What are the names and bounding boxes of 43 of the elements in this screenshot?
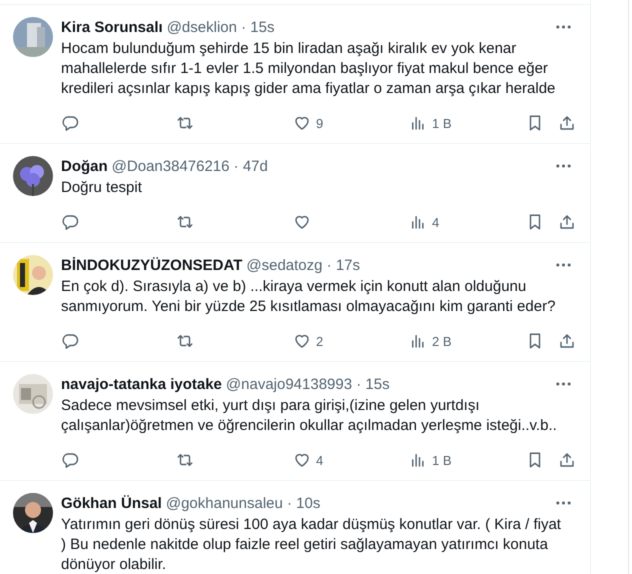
- author-handle[interactable]: @Doan38476216 · 47d: [112, 158, 268, 174]
- view-count: 1 B: [432, 116, 452, 130]
- share-icon[interactable]: [558, 451, 576, 469]
- author-name[interactable]: Doğan: [61, 158, 108, 174]
- tweet-text: Doğru tespit: [61, 178, 143, 198]
- more-icon[interactable]: [555, 501, 572, 505]
- reply-icon[interactable]: [61, 332, 79, 350]
- author-name[interactable]: navajo-tatanka iyotake: [61, 376, 222, 392]
- author-handle[interactable]: @gokhanunsaleu · 10s: [166, 494, 320, 512]
- repost-icon[interactable]: [176, 114, 194, 132]
- share-icon[interactable]: [558, 332, 576, 350]
- like-count: 4: [316, 452, 324, 468]
- tweet-text: En çok d). Sırasıyla a) ve b) ...kiraya vermek için konutt alan olduğunu sanmıyorum. Yeni bir yüzde 25 kısıtlaması olmayacağını kim garanti eder?: [61, 277, 556, 317]
- repost-icon[interactable]: [176, 332, 194, 350]
- more-icon[interactable]: [555, 25, 572, 29]
- tweet-text: Sadece mevsimsel etki, yurt dışı para girişi,(izine gelen yurtdışı çalışanlar)öğretmen ve öğrencilerin okullar açılmadan yerleşme isteği..v.b..: [61, 396, 558, 436]
- view-count: 1 B: [432, 452, 452, 468]
- reply-icon[interactable]: [61, 451, 79, 469]
- more-icon[interactable]: [555, 263, 572, 267]
- author-handle[interactable]: @sedatozg · 17s: [246, 256, 360, 274]
- author-handle[interactable]: @navajo94138993 · 15s: [226, 376, 390, 392]
- view-count: 4: [432, 214, 440, 230]
- more-icon[interactable]: [555, 382, 572, 386]
- heart-icon[interactable]: [293, 213, 311, 231]
- author-name[interactable]: BİNDOKUZYÜZONSEDAT: [61, 256, 242, 274]
- author-handle[interactable]: @dseklion · 15s: [166, 18, 274, 36]
- tweet-text: Yatırımın geri dönüş süresi 100 aya kadar düşmüş konutlar var. ( Kira / fiyat ) Bu nedenle nakitde olup faizle reel getiri sağlayamayan yatırımcı konuta dönüyor olabilir.: [61, 515, 562, 574]
- author-name[interactable]: Gökhan Ünsal: [61, 494, 162, 512]
- heart-icon[interactable]: [293, 332, 311, 350]
- heart-icon[interactable]: [293, 451, 311, 469]
- more-icon[interactable]: [555, 164, 572, 168]
- author-name[interactable]: Kira Sorunsalı: [61, 18, 163, 36]
- reply-icon[interactable]: [61, 114, 79, 132]
- repost-icon[interactable]: [176, 451, 194, 469]
- like-count: 9: [316, 116, 324, 130]
- share-icon[interactable]: [558, 213, 576, 231]
- repost-icon[interactable]: [176, 213, 194, 231]
- share-icon[interactable]: [558, 114, 576, 132]
- view-count: 2 B: [432, 334, 452, 348]
- heart-icon[interactable]: [293, 114, 311, 132]
- like-count: 2: [316, 334, 324, 348]
- reply-icon[interactable]: [61, 213, 79, 231]
- tweet-text: Hocam bulunduğum şehirde 15 bin liradan aşağı kiralık ev yok kenar mahallelerde sıfır 1-1 evler 1.5 milyondan başlıyor fiyat makul bence eğer kredileri açsınlar kapış kapış gider ama fiyatlar o zaman arşa çıkar heralde: [61, 39, 556, 99]
